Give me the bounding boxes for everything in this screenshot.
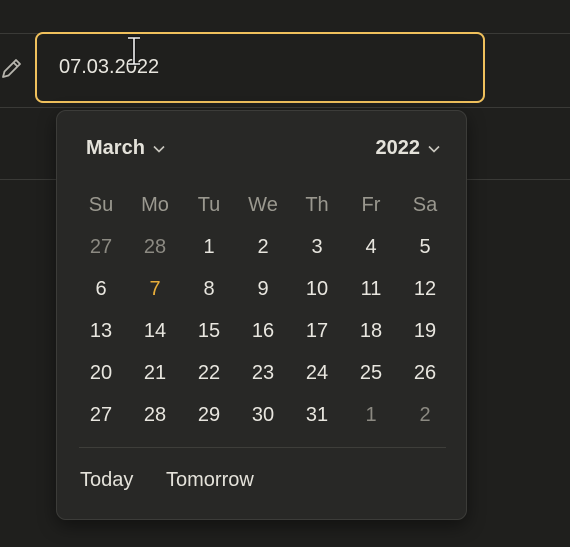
weekday-label: Mo: [141, 193, 169, 216]
date-input[interactable]: 07.03.2022: [35, 32, 485, 103]
weekday-label: Tu: [197, 193, 221, 216]
day-cell[interactable]: 31: [290, 404, 344, 427]
pencil-icon[interactable]: [0, 56, 24, 80]
weekday-label: Th: [305, 193, 329, 216]
day-cell[interactable]: 9: [236, 278, 290, 301]
year-select[interactable]: 2022: [376, 137, 441, 160]
day-cell[interactable]: 25: [344, 362, 398, 385]
weekday-label: Sa: [412, 193, 438, 216]
day-cell[interactable]: 30: [236, 404, 290, 427]
canvas: 07.03.2022 March 2022 Su Mo Tu We Th Fr …: [0, 0, 570, 547]
day-cell[interactable]: 5: [398, 236, 452, 259]
day-cell[interactable]: 13: [74, 320, 128, 343]
text-cursor-icon: [128, 36, 140, 66]
day-cell[interactable]: 23: [236, 362, 290, 385]
day-cell[interactable]: 28: [128, 236, 182, 259]
day-cell[interactable]: 10: [290, 278, 344, 301]
chevron-down-icon: [428, 145, 440, 153]
day-cell[interactable]: 3: [290, 236, 344, 259]
day-cell[interactable]: 22: [182, 362, 236, 385]
date-input-value: 07.03.2022: [59, 56, 160, 78]
day-cell[interactable]: 1: [182, 236, 236, 259]
day-cell[interactable]: 4: [344, 236, 398, 259]
calendar-grid: Su Mo Tu We Th Fr Sa 27 28 1 2 3 4 5 6 7…: [74, 184, 452, 436]
weekday-header: Su Mo Tu We Th Fr Sa: [74, 184, 452, 226]
day-cell[interactable]: 14: [128, 320, 182, 343]
week-row: 13 14 15 16 17 18 19: [74, 310, 452, 352]
day-cell[interactable]: 11: [344, 278, 398, 301]
weekday-label: Su: [88, 193, 114, 216]
day-cell[interactable]: 1: [344, 404, 398, 427]
day-cell[interactable]: 24: [290, 362, 344, 385]
day-cell[interactable]: 17: [290, 320, 344, 343]
tomorrow-button[interactable]: Tomorrow: [166, 469, 254, 492]
day-cell[interactable]: 2: [398, 404, 452, 427]
day-cell[interactable]: 20: [74, 362, 128, 385]
week-row: 20 21 22 23 24 25 26: [74, 352, 452, 394]
month-label: March: [86, 137, 145, 159]
month-select[interactable]: March: [86, 137, 165, 160]
day-cell[interactable]: 21: [128, 362, 182, 385]
day-cell[interactable]: 27: [74, 236, 128, 259]
today-button[interactable]: Today: [80, 469, 133, 492]
day-cell-selected[interactable]: 7: [128, 278, 182, 301]
day-cell[interactable]: 28: [128, 404, 182, 427]
day-cell[interactable]: 6: [74, 278, 128, 301]
week-row: 6 7 8 9 10 11 12: [74, 268, 452, 310]
popover-divider: [79, 447, 446, 448]
day-cell[interactable]: 19: [398, 320, 452, 343]
day-cell[interactable]: 16: [236, 320, 290, 343]
weekday-label: Fr: [361, 193, 381, 216]
day-cell[interactable]: 29: [182, 404, 236, 427]
year-label: 2022: [375, 137, 421, 159]
weekday-label: We: [248, 193, 278, 216]
day-cell[interactable]: 18: [344, 320, 398, 343]
day-cell[interactable]: 15: [182, 320, 236, 343]
week-row: 27 28 29 30 31 1 2: [74, 394, 452, 436]
day-cell[interactable]: 27: [74, 404, 128, 427]
day-cell[interactable]: 26: [398, 362, 452, 385]
row-divider-middle: [0, 107, 570, 108]
week-row: 27 28 1 2 3 4 5: [74, 226, 452, 268]
day-cell[interactable]: 12: [398, 278, 452, 301]
day-cell[interactable]: 2: [236, 236, 290, 259]
date-picker-popover: March 2022 Su Mo Tu We Th Fr Sa 27 28 1 …: [56, 110, 467, 520]
day-cell[interactable]: 8: [182, 278, 236, 301]
chevron-down-icon: [153, 145, 165, 153]
